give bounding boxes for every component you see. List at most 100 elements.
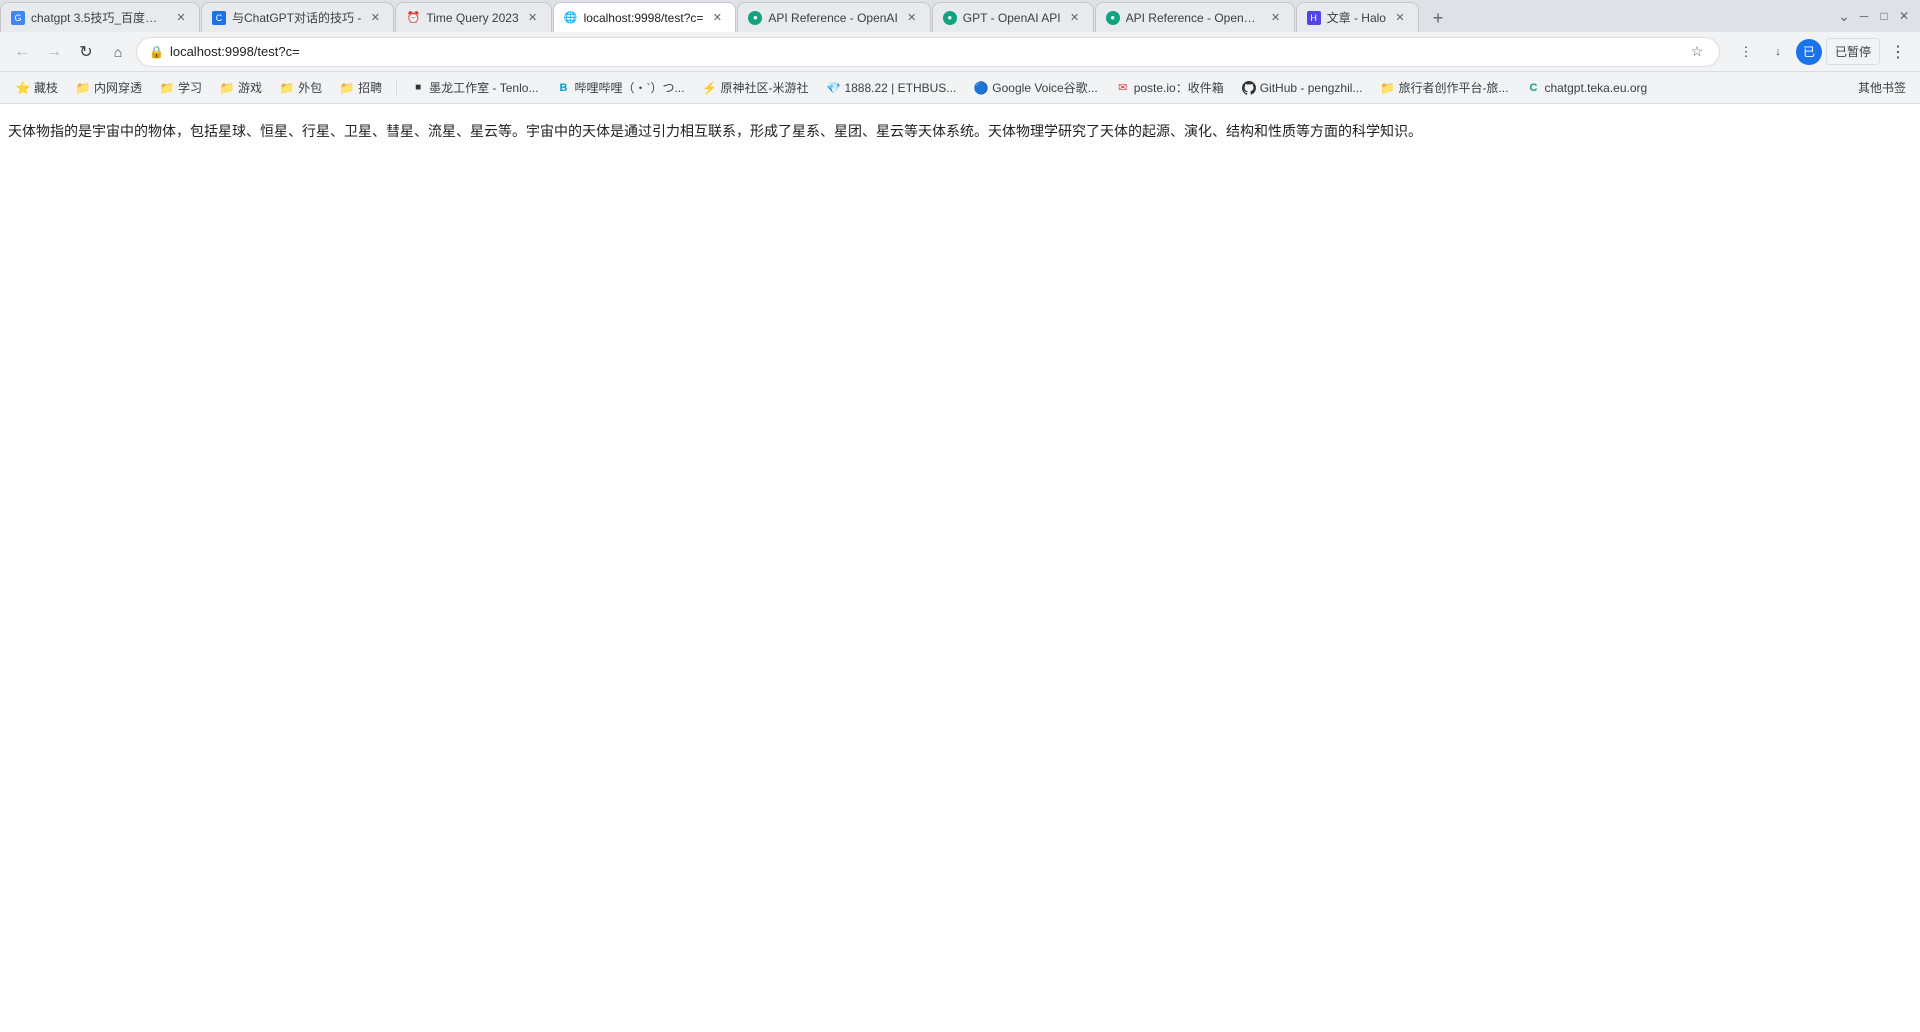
tab-favicon-3: ⏰ — [406, 11, 420, 25]
tab-close-6[interactable]: ✕ — [1067, 10, 1083, 26]
bookmark-label-poste: poste.io：收件箱 — [1134, 79, 1224, 96]
tab-label-6: GPT - OpenAI API — [963, 11, 1061, 25]
address-bar-container[interactable]: 🔒 ☆ — [136, 37, 1720, 67]
profile-paused-label[interactable]: 已暂停 — [1826, 38, 1880, 65]
bookmark-label-google-voice: Google Voice谷歌... — [992, 79, 1097, 96]
bookmark-molong[interactable]: ■ 墨龙工作室 - Tenlo... — [403, 76, 546, 99]
tab-label-8: 文章 - Halo — [1327, 9, 1386, 26]
bookmark-label-waibao: 外包 — [298, 79, 322, 96]
new-tab-button[interactable]: + — [1424, 4, 1452, 32]
bookmark-label-traveler: 旅行者创作平台-旅... — [1398, 79, 1508, 96]
bookmark-cangzhi[interactable]: ⭐ 藏枝 — [8, 76, 66, 99]
tab-label-5: API Reference - OpenAI — [768, 11, 897, 25]
bookmark-label-github: GitHub - pengzhil... — [1260, 81, 1363, 95]
extensions-button[interactable]: ⋮ — [1732, 38, 1760, 66]
lock-icon: 🔒 — [149, 45, 164, 59]
bookmark-label-zhaopin: 招聘 — [358, 79, 382, 96]
bookmark-ethbus[interactable]: 💎 1888.22 | ETHBUS... — [818, 78, 964, 98]
tab-time-query[interactable]: ⏰ Time Query 2023 ✕ — [395, 2, 551, 32]
minimize-button[interactable]: ─ — [1856, 8, 1872, 24]
bookmarks-more-label: 其他书签 — [1858, 79, 1906, 96]
tab-close-4[interactable]: ✕ — [709, 10, 725, 26]
bookmark-label-yuanshen: 原神社区-米游社 — [720, 79, 808, 96]
bookmark-label-molong: 墨龙工作室 - Tenlo... — [429, 79, 538, 96]
tab-close-2[interactable]: ✕ — [367, 10, 383, 26]
tab-search-button[interactable]: ⌄ — [1836, 8, 1852, 24]
close-button[interactable]: ✕ — [1896, 8, 1912, 24]
tab-label-1: chatgpt 3.5技巧_百度搜索 — [31, 9, 167, 26]
tab-label-4: localhost:9998/test?c= — [584, 11, 704, 25]
bookmark-label-cangzhi: 藏枝 — [34, 79, 58, 96]
tab-close-3[interactable]: ✕ — [525, 10, 541, 26]
tab-favicon-4: 🌐 — [564, 11, 578, 25]
address-icons: ☆ — [1687, 42, 1707, 62]
bookmark-icon-folder-2: 📁 — [160, 81, 174, 95]
tab-label-3: Time Query 2023 — [426, 11, 518, 25]
tab-api-ref-2[interactable]: ● API Reference - OpenAI... ✕ — [1095, 2, 1295, 32]
bookmark-label-neiwang: 内网穿透 — [94, 79, 142, 96]
tab-favicon-2: C — [212, 11, 226, 25]
tab-close-7[interactable]: ✕ — [1268, 10, 1284, 26]
bookmark-icon-folder-3: 📁 — [220, 81, 234, 95]
bookmark-xuexi[interactable]: 📁 学习 — [152, 76, 210, 99]
bookmark-label-youxi: 游戏 — [238, 79, 262, 96]
profile-area: ⋮ ↓ 已 已暂停 ⋮ — [1724, 38, 1912, 66]
separator-1 — [396, 80, 397, 96]
tab-favicon-5: ● — [748, 11, 762, 25]
address-input[interactable] — [170, 44, 1681, 59]
bookmark-icon-google-voice: 🔵 — [974, 81, 988, 95]
bookmark-star-icon[interactable]: ☆ — [1687, 42, 1707, 62]
bookmark-poste[interactable]: ✉ poste.io：收件箱 — [1108, 76, 1232, 99]
tab-api-ref-1[interactable]: ● API Reference - OpenAI ✕ — [737, 2, 930, 32]
tab-localhost[interactable]: 🌐 localhost:9998/test?c= ✕ — [553, 2, 737, 32]
bookmark-label-eth: 1888.22 | ETHBUS... — [844, 81, 956, 95]
bookmark-bilibili[interactable]: B 哔哩哔哩（・`）つ... — [548, 76, 692, 99]
tab-chatgpt-search[interactable]: G chatgpt 3.5技巧_百度搜索 ✕ — [0, 2, 200, 32]
bookmark-icon-yuanshen: ⚡ — [702, 81, 716, 95]
bookmark-github[interactable]: GitHub - pengzhil... — [1234, 78, 1371, 98]
maximize-button[interactable]: □ — [1876, 8, 1892, 24]
bookmark-icon-traveler: 📁 — [1380, 81, 1394, 95]
bookmark-label-xuexi: 学习 — [178, 79, 202, 96]
reload-button[interactable]: ↻ — [72, 38, 100, 66]
bookmarks-bar: ⭐ 藏枝 📁 内网穿透 📁 学习 📁 游戏 📁 外包 📁 招聘 ■ 墨龙工作室 … — [0, 72, 1920, 104]
tab-close-1[interactable]: ✕ — [173, 10, 189, 26]
tab-favicon-6: ● — [943, 11, 957, 25]
bookmark-icon-eth: 💎 — [826, 81, 840, 95]
bookmark-traveler[interactable]: 📁 旅行者创作平台-旅... — [1372, 76, 1516, 99]
tab-favicon-1: G — [11, 11, 25, 25]
bookmark-zhaopin[interactable]: 📁 招聘 — [332, 76, 390, 99]
downloads-button[interactable]: ↓ — [1764, 38, 1792, 66]
bookmark-youxi[interactable]: 📁 游戏 — [212, 76, 270, 99]
bookmark-chatgpt-teka[interactable]: C chatgpt.teka.eu.org — [1518, 78, 1655, 98]
tab-label-7: API Reference - OpenAI... — [1126, 11, 1262, 25]
tab-halo[interactable]: H 文章 - Halo ✕ — [1296, 2, 1419, 32]
tab-close-5[interactable]: ✕ — [904, 10, 920, 26]
tabs-container: G chatgpt 3.5技巧_百度搜索 ✕ C 与ChatGPT对话的技巧 -… — [0, 0, 1836, 32]
bookmark-icon-github — [1242, 81, 1256, 95]
tab-gpt-api[interactable]: ● GPT - OpenAI API ✕ — [932, 2, 1094, 32]
bookmarks-more-button[interactable]: 其他书签 — [1852, 76, 1912, 99]
bookmark-icon-chatgpt-teka: C — [1526, 81, 1540, 95]
title-bar: G chatgpt 3.5技巧_百度搜索 ✕ C 与ChatGPT对话的技巧 -… — [0, 0, 1920, 32]
home-button[interactable]: ⌂ — [104, 38, 132, 66]
page-body-text: 天体物指的是宇宙中的物体，包括星球、恒星、行星、卫星、彗星、流星、星云等。宇宙中… — [8, 120, 1912, 142]
bookmark-yuanshen[interactable]: ⚡ 原神社区-米游社 — [694, 76, 816, 99]
bookmark-icon-folder-1: 📁 — [76, 81, 90, 95]
window-controls: ⌄ ─ □ ✕ — [1836, 8, 1920, 24]
bookmark-icon-molong: ■ — [411, 81, 425, 95]
tab-close-8[interactable]: ✕ — [1392, 10, 1408, 26]
profile-avatar[interactable]: 已 — [1796, 39, 1822, 65]
forward-button[interactable]: → — [40, 38, 68, 66]
chrome-menu-button[interactable]: ⋮ — [1884, 38, 1912, 66]
tab-favicon-8: H — [1307, 11, 1321, 25]
tab-chatgpt-tips[interactable]: C 与ChatGPT对话的技巧 - ✕ — [201, 2, 394, 32]
bookmark-icon-bilibili: B — [556, 81, 570, 95]
bookmark-neiwang[interactable]: 📁 内网穿透 — [68, 76, 150, 99]
back-button[interactable]: ← — [8, 38, 36, 66]
bookmark-waibao[interactable]: 📁 外包 — [272, 76, 330, 99]
bookmark-label-chatgpt-teka: chatgpt.teka.eu.org — [1544, 81, 1647, 95]
navigation-bar: ← → ↻ ⌂ 🔒 ☆ ⋮ ↓ 已 已暂停 ⋮ — [0, 32, 1920, 72]
bookmark-icon-folder-5: 📁 — [340, 81, 354, 95]
bookmark-google-voice[interactable]: 🔵 Google Voice谷歌... — [966, 76, 1105, 99]
